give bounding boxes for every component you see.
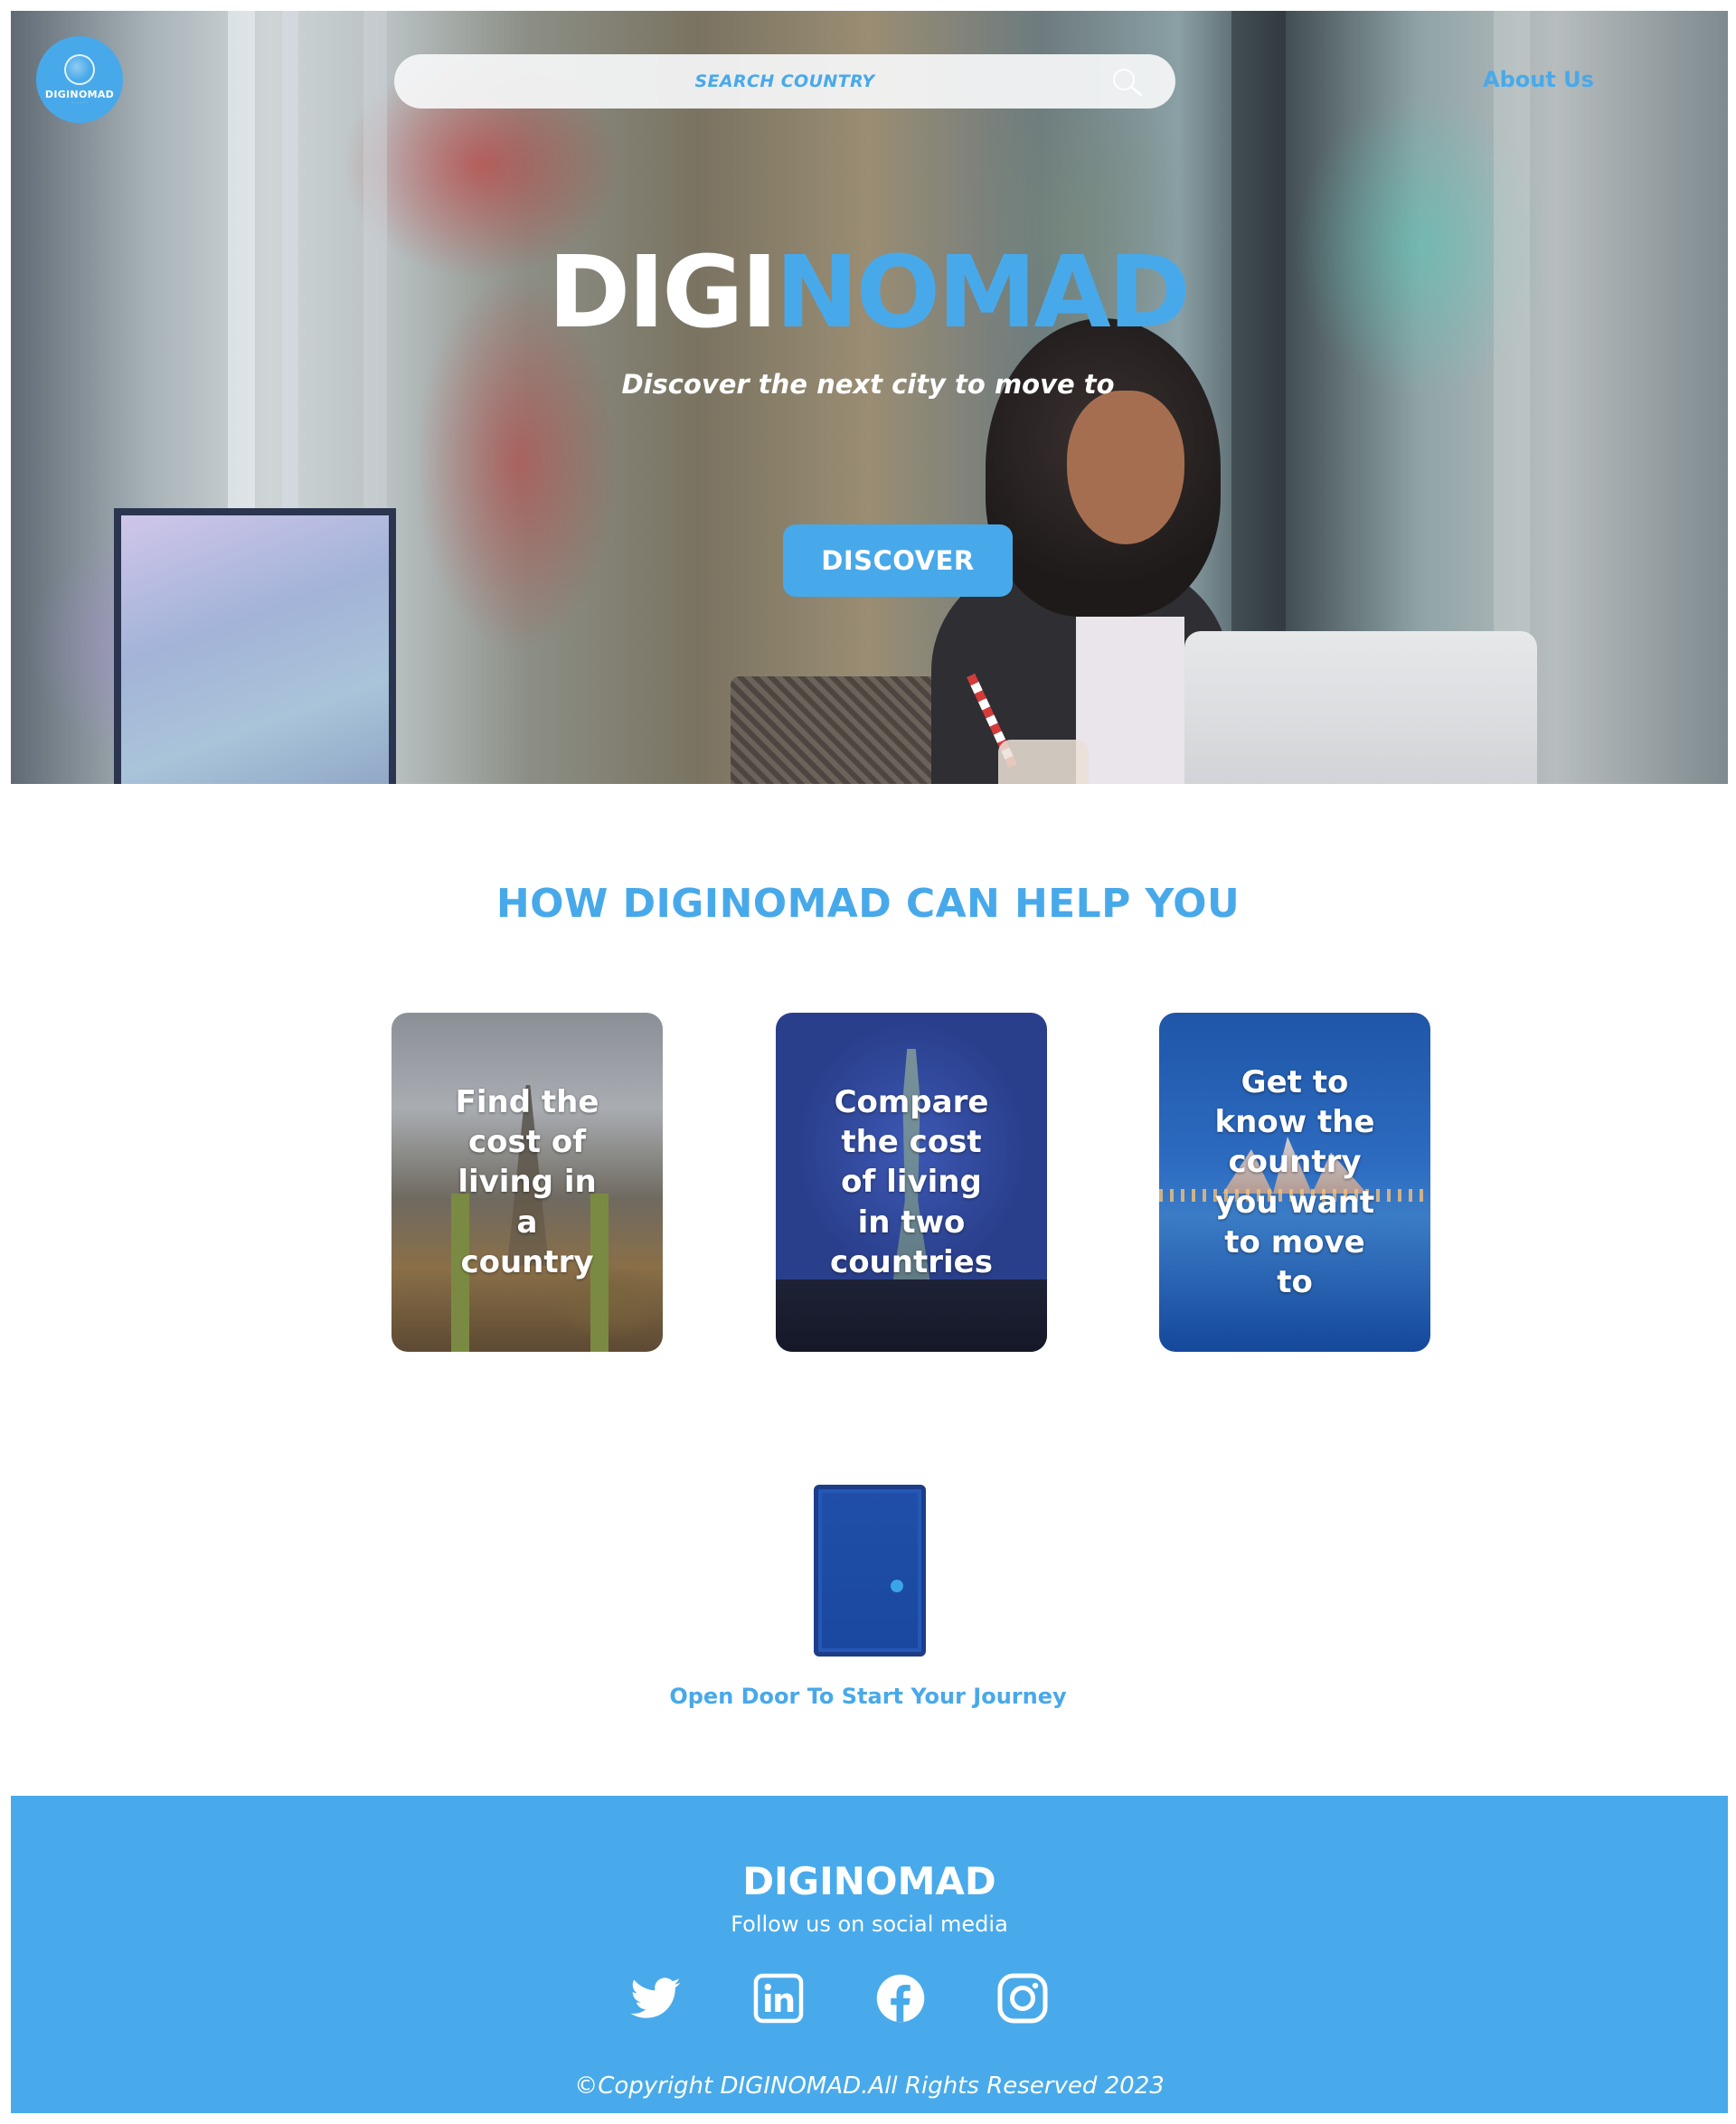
card-know-the-country[interactable]: Get to know the country you want to move… (1159, 1013, 1430, 1352)
door-knob-icon (891, 1580, 903, 1592)
search-icon[interactable] (1110, 67, 1145, 98)
door-button[interactable] (814, 1485, 926, 1657)
twitter-icon (630, 1978, 681, 2018)
logo[interactable]: DIGINOMAD · · · · · · (36, 36, 123, 123)
hero-subtitle: Discover the next city to move to (621, 369, 1115, 400)
twitter-link[interactable] (628, 1971, 683, 2025)
card-label: Compare the cost of living in two countr… (830, 1084, 993, 1280)
hero-background-chair (731, 676, 948, 784)
linkedin-icon (753, 1973, 804, 2024)
footer-subtitle: Follow us on social media (731, 1912, 1008, 1937)
facebook-link[interactable] (873, 1971, 928, 2025)
logo-tagline-graphic: · · · · · · (71, 99, 88, 106)
hero-title-digi: DIGI (548, 234, 778, 350)
linkedin-link[interactable] (751, 1971, 806, 2025)
card-label: Get to know the country you want to move… (1214, 1063, 1375, 1300)
about-us-link[interactable]: About Us (1483, 67, 1594, 92)
hero-title-nomad: NOMAD (775, 234, 1190, 350)
hero-laptop-image (1184, 631, 1537, 784)
card-cost-of-living[interactable]: Find the cost of living in a country (392, 1013, 663, 1352)
discover-button[interactable]: DISCOVER (783, 524, 1013, 597)
footer: DIGINOMAD Follow us on social media ©Cop… (11, 1796, 1728, 2113)
hero-background-sign (114, 508, 396, 784)
card-compare-countries[interactable]: Compare the cost of living in two countr… (776, 1013, 1047, 1352)
instagram-link[interactable] (995, 1971, 1050, 2025)
logo-text: DIGINOMAD (44, 88, 115, 100)
footer-title: DIGINOMAD (742, 1859, 996, 1903)
search-input[interactable] (394, 54, 1175, 109)
card-label: Find the cost of living in a country (455, 1084, 599, 1280)
hero-title: DIGINOMAD (0, 242, 1736, 342)
card-ground (776, 1279, 1047, 1352)
hero-jar-image (998, 740, 1089, 784)
facebook-icon (876, 1974, 925, 2023)
search-bar (394, 54, 1175, 109)
globe-icon (64, 53, 95, 85)
door-label: Open Door To Start Your Journey (669, 1684, 1067, 1709)
section-title: HOW DIGINOMAD CAN HELP YOU (495, 881, 1241, 927)
copyright-text: ©Copyright DIGINOMAD.All Rights Reserved… (574, 2072, 1165, 2100)
instagram-icon (997, 1973, 1048, 2024)
